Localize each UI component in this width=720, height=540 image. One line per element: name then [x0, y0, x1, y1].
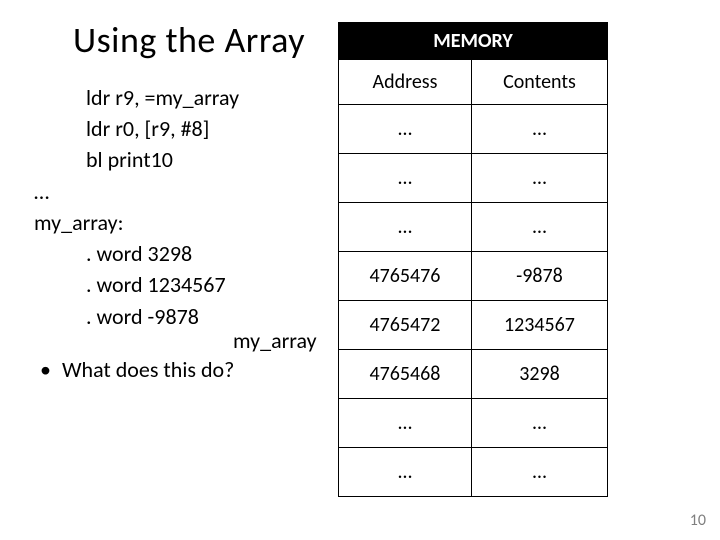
cell-val: 3298 [471, 350, 607, 399]
code-line: my_array: [34, 207, 338, 238]
memory-table: MEMORY Address Contents … … … … … … [338, 22, 608, 497]
cell-val: … [471, 448, 607, 497]
cell-addr: … [339, 203, 472, 252]
cell-val: … [471, 154, 607, 203]
bullet-question: What does this do? [34, 354, 338, 385]
page-number: 10 [690, 511, 706, 530]
code-line: ldr r9, =my_array [34, 82, 338, 113]
cell-addr: … [339, 448, 472, 497]
table-row: 4765472 1234567 [339, 301, 608, 350]
col-contents: Contents [471, 60, 607, 105]
cell-val: 1234567 [471, 301, 607, 350]
content-row: ldr r9, =my_array ldr r0, [r9, #8] bl pr… [28, 82, 692, 497]
table-row: MEMORY [339, 23, 608, 60]
code-line: … [34, 176, 338, 207]
slide: Using the Array ldr r9, =my_array ldr r0… [0, 0, 720, 540]
cell-addr: … [339, 399, 472, 448]
table-row: … … [339, 399, 608, 448]
table-row: … … [339, 154, 608, 203]
col-address: Address [339, 60, 472, 105]
code-line: ldr r0, [r9, #8] [34, 113, 338, 144]
table-row: 4765476 -9878 [339, 252, 608, 301]
code-line: . word 1234567 [34, 269, 338, 300]
cell-val: … [471, 203, 607, 252]
cell-addr: 4765472 [339, 301, 472, 350]
code-line: . word 3298 [34, 238, 338, 269]
table-row: … … [339, 448, 608, 497]
table-row: 4765468 3298 [339, 350, 608, 399]
table-row: … … [339, 105, 608, 154]
table-row: Address Contents [339, 60, 608, 105]
cell-addr: 4765468 [339, 350, 472, 399]
cell-addr: … [339, 154, 472, 203]
cell-addr: … [339, 105, 472, 154]
arrow-label: my_array [233, 327, 317, 354]
table-row: … … [339, 203, 608, 252]
cell-addr: 4765476 [339, 252, 472, 301]
code-line: bl print10 [34, 144, 338, 175]
memory-wrap: my_array MEMORY Address Contents … … … … [338, 22, 692, 497]
memory-title: MEMORY [339, 23, 608, 60]
cell-val: … [471, 105, 607, 154]
cell-val: … [471, 399, 607, 448]
cell-val: -9878 [471, 252, 607, 301]
